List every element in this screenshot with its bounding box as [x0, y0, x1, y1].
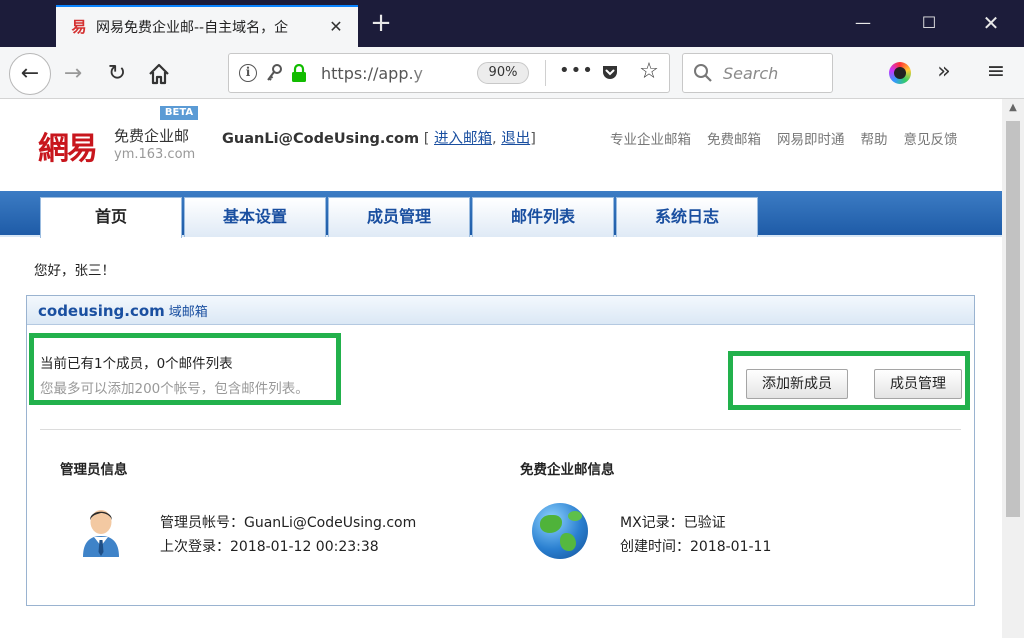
tab-title: 网易免费企业邮--自主域名，企: [96, 20, 289, 36]
mx-record-status: MX记录：已验证: [620, 515, 726, 531]
scrollbar-thumb[interactable]: [1006, 121, 1020, 517]
account-email: GuanLi@CodeUsing.com: [222, 131, 420, 147]
add-member-button[interactable]: 添加新成员: [746, 369, 848, 399]
beta-badge: BETA: [160, 106, 198, 120]
secure-lock-icon[interactable]: [291, 63, 307, 82]
created-time: 创建时间：2018-01-11: [620, 539, 772, 555]
top-link-popo[interactable]: 网易即时通: [777, 128, 845, 148]
close-tab-icon[interactable]: ✕: [328, 19, 344, 35]
url-separator: [545, 60, 546, 86]
free-mail-info-title: 免费企业邮信息: [520, 462, 615, 478]
account-info: GuanLi@CodeUsing.com [ 进入邮箱, 退出]: [222, 131, 536, 147]
admin-last-login: 上次登录：2018-01-12 00:23:38: [160, 539, 379, 555]
reload-icon[interactable]: ↻: [102, 59, 132, 89]
greeting: 您好，张三！: [34, 263, 115, 279]
logout-link[interactable]: 退出: [501, 131, 530, 147]
tab-home[interactable]: 首页: [40, 197, 182, 238]
tab-basic-settings[interactable]: 基本设置: [184, 197, 326, 237]
web-page: 網易 BETA 免费企业邮 ym.163.com GuanLi@CodeUsin…: [0, 99, 1002, 638]
site-info-icon[interactable]: i: [239, 64, 257, 82]
admin-info-title: 管理员信息: [60, 462, 128, 478]
browser-toolbar: ← → ↻ i https://app.y 90% ••• ☆ Search »…: [0, 47, 1024, 99]
forward-arrow-icon[interactable]: →: [58, 59, 88, 89]
top-link-help[interactable]: 帮助: [861, 128, 888, 148]
account-limit-text: 您最多可以添加200个帐号，包含邮件列表。: [40, 381, 309, 397]
brand-name: 免费企业邮: [114, 127, 190, 145]
panel-header: codeusing.com 域邮箱: [27, 296, 974, 325]
browser-tab-bar: 易 网易免费企业邮--自主域名，企 ✕ + — ☐ ✕: [0, 0, 1024, 47]
panel-divider: [40, 429, 961, 430]
pocket-icon[interactable]: [601, 64, 619, 82]
brand-block: 免费企业邮 ym.163.com: [114, 125, 195, 162]
globe-icon: [532, 503, 588, 559]
top-link-feedback[interactable]: 意见反馈: [904, 128, 958, 148]
back-arrow-icon[interactable]: ←: [9, 53, 51, 95]
brand-domain: ym.163.com: [114, 147, 196, 162]
toolbar-overflow-icon[interactable]: »: [930, 59, 958, 87]
admin-avatar-icon: [77, 502, 125, 558]
top-links: 专业企业邮箱 免费邮箱 网易即时通 帮助 意见反馈: [610, 128, 974, 148]
close-window-icon[interactable]: ✕: [968, 4, 1014, 42]
hamburger-menu-icon[interactable]: ≡: [982, 59, 1010, 87]
top-link-pro-mail[interactable]: 专业企业邮箱: [610, 128, 691, 148]
home-icon[interactable]: [144, 59, 174, 89]
panel-domain-suffix: 域邮箱: [168, 305, 208, 320]
panel-domain: codeusing.com 域邮箱: [38, 302, 208, 320]
maximize-window-icon[interactable]: ☐: [906, 4, 952, 42]
page-actions-more-icon[interactable]: •••: [559, 60, 593, 86]
top-link-free-mail[interactable]: 免费邮箱: [707, 128, 761, 148]
admin-account: 管理员帐号：GuanLi@CodeUsing.com: [160, 515, 417, 531]
tab-system-log[interactable]: 系统日志: [616, 197, 758, 237]
url-text[interactable]: https://app.y: [321, 64, 461, 83]
member-count-text: 当前已有1个成员，0个邮件列表: [40, 356, 233, 372]
netease-logo[interactable]: 網易: [38, 123, 108, 167]
search-box[interactable]: Search: [682, 53, 833, 93]
minimize-window-icon[interactable]: —: [840, 4, 886, 42]
tab-member-management[interactable]: 成员管理: [328, 197, 470, 237]
search-placeholder: Search: [723, 64, 779, 83]
bookmark-star-icon[interactable]: ☆: [637, 59, 661, 85]
vertical-scrollbar[interactable]: ▲: [1002, 99, 1024, 638]
key-icon[interactable]: [265, 63, 283, 83]
search-icon: [693, 63, 713, 83]
new-tab-plus-icon[interactable]: +: [366, 8, 396, 38]
domain-panel: codeusing.com 域邮箱 当前已有1个成员，0个邮件列表 您最多可以添加…: [26, 295, 975, 606]
zoom-level-badge[interactable]: 90%: [477, 62, 529, 84]
netease-favicon-icon: 易: [71, 18, 87, 36]
manage-members-button[interactable]: 成员管理: [874, 369, 962, 399]
scroll-up-arrow-icon[interactable]: ▲: [1002, 99, 1024, 117]
browser-tab[interactable]: 易 网易免费企业邮--自主域名，企 ✕: [56, 5, 358, 47]
color-extension-icon[interactable]: [889, 62, 911, 84]
address-bar[interactable]: i https://app.y 90% ••• ☆: [228, 53, 670, 93]
enter-mailbox-link[interactable]: 进入邮箱: [434, 131, 492, 147]
tab-mail-lists[interactable]: 邮件列表: [472, 197, 614, 237]
